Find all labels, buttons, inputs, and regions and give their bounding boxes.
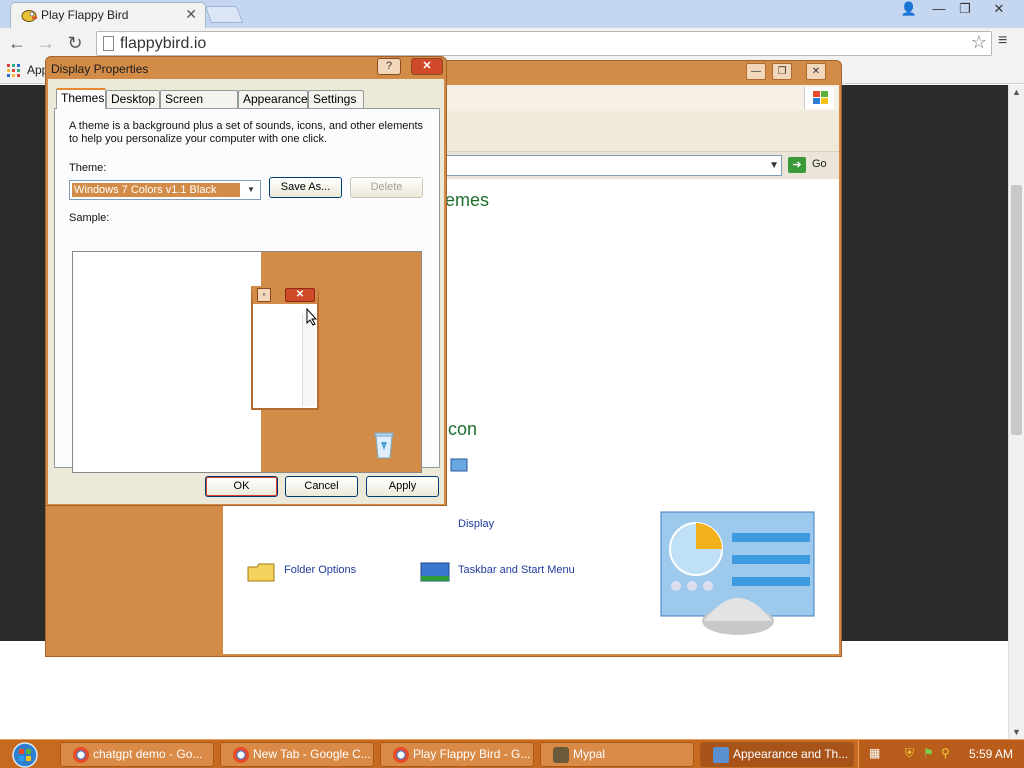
display-icon[interactable]: [449, 457, 469, 477]
apply-button[interactable]: Apply: [366, 476, 439, 497]
taskbar-item-label: chatgpt demo - Go...: [93, 747, 203, 761]
tab-appearance[interactable]: Appearance: [238, 90, 308, 108]
browser-tab[interactable]: Play Flappy Bird ✕: [10, 2, 206, 28]
chrome-icon: [233, 747, 249, 763]
chevron-down-icon[interactable]: ▼: [769, 156, 779, 175]
dialog-close-button[interactable]: ✕: [411, 58, 443, 75]
network-icon[interactable]: ⚑: [923, 746, 934, 760]
close-button[interactable]: ✕: [984, 0, 1014, 18]
page-scrollbar[interactable]: ▲ ▼: [1008, 85, 1024, 739]
mypal-icon: [553, 747, 569, 763]
taskbar-item-label: New Tab - Google C...: [253, 747, 371, 761]
taskbar: chatgpt demo - Go... New Tab - Google C.…: [0, 739, 1024, 768]
scroll-down-icon[interactable]: ▼: [1012, 727, 1021, 737]
taskbar-item-new-tab[interactable]: New Tab - Google C...: [220, 742, 374, 767]
windows-flag-icon: [804, 87, 834, 109]
taskbar-start-menu-link[interactable]: Taskbar and Start Menu: [458, 564, 575, 576]
taskbar-item-label: Mypal: [573, 747, 606, 761]
sample-close-icon: ✕: [285, 288, 315, 302]
control-panel-icon: [713, 747, 729, 763]
theme-select[interactable]: Windows 7 Colors v1.1 Black ▼: [69, 180, 261, 200]
tab-title: Play Flappy Bird: [41, 8, 129, 22]
save-as-button[interactable]: Save As...: [269, 177, 342, 198]
chevron-down-icon[interactable]: ▼: [243, 182, 259, 198]
keyboard-icon[interactable]: ▦: [869, 746, 880, 760]
tab-close-icon[interactable]: ✕: [185, 6, 197, 23]
bookmark-star-icon[interactable]: ☆: [971, 32, 987, 53]
cp-address-bar: ▼ ➔ Go: [446, 151, 839, 179]
taskbar-start-menu-icon[interactable]: [419, 559, 451, 585]
taskbar-item-chatgpt-demo[interactable]: chatgpt demo - Go...: [60, 742, 214, 767]
browser-tabstrip: Play Flappy Bird ✕ 👤 — ❐ ✕: [0, 0, 1024, 28]
taskbar-item-label: Play Flappy Bird - G...: [413, 747, 531, 761]
theme-sample-preview: ▫ ✕ ▲: [72, 251, 422, 473]
tab-desktop[interactable]: Desktop: [106, 90, 160, 108]
start-orb-icon[interactable]: [8, 741, 42, 768]
dialog-title: Display Properties: [51, 62, 149, 76]
cp-menubar: [446, 85, 839, 111]
go-label: Go: [812, 158, 827, 170]
forward-button[interactable]: →: [35, 32, 57, 54]
chrome-icon: [73, 747, 89, 763]
chrome-icon: [393, 747, 409, 763]
delete-button[interactable]: Delete: [350, 177, 423, 198]
new-tab-button[interactable]: [204, 6, 244, 23]
tab-themes[interactable]: Themes: [56, 88, 106, 109]
taskbar-item-flappy-bird[interactable]: Play Flappy Bird - G...: [380, 742, 534, 767]
browser-toolbar: ← → ↻ flappybird.io ☆: [0, 28, 1024, 58]
security-shield-icon[interactable]: ⛨: [905, 746, 914, 761]
pick-icon-heading: con: [448, 419, 478, 439]
cancel-button[interactable]: Cancel: [285, 476, 358, 497]
go-arrow-icon: ➔: [788, 157, 806, 173]
page-icon: [103, 36, 114, 51]
address-bar[interactable]: flappybird.io ☆: [96, 31, 992, 56]
dialog-body: Themes Desktop Screen Saver Appearance S…: [48, 79, 444, 504]
sample-maximize-icon: ▫: [257, 288, 271, 302]
mouse-cursor-icon: [306, 308, 318, 326]
appearance-monitor-icon: [660, 511, 815, 635]
theme-label: Theme:: [69, 162, 107, 174]
system-tray: ▦ ⛨ ⚑ ⚲ 5:59 AM: [858, 740, 1024, 768]
back-button[interactable]: ←: [6, 32, 28, 54]
folder-options-icon[interactable]: [245, 559, 277, 585]
tab-screen-saver[interactable]: Screen Saver: [160, 90, 238, 122]
search-icon[interactable]: ⚲: [941, 746, 950, 760]
clock[interactable]: 5:59 AM: [969, 747, 1013, 761]
tab-settings[interactable]: Settings: [308, 90, 364, 108]
sample-scrollbar: ▲: [302, 314, 315, 406]
minimize-button[interactable]: —: [926, 0, 952, 18]
cp-restore-button[interactable]: ❐: [772, 63, 792, 80]
flappy-bird-favicon-icon: [21, 10, 37, 22]
scroll-up-icon[interactable]: ▲: [1012, 87, 1021, 97]
ok-button[interactable]: OK: [205, 476, 278, 497]
taskbar-item-label: Appearance and Th...: [733, 747, 849, 761]
pick-task-heading: emes: [445, 190, 490, 210]
display-link[interactable]: Display: [458, 518, 494, 530]
display-properties-dialog: Display Properties ? ✕ Themes Desktop Sc…: [45, 56, 447, 506]
cp-toolbar: [446, 111, 839, 151]
user-icon[interactable]: 👤: [896, 0, 922, 18]
cp-close-button[interactable]: ✕: [806, 63, 826, 80]
taskbar-item-appearance-themes[interactable]: Appearance and Th...: [700, 742, 854, 767]
theme-selected-value: Windows 7 Colors v1.1 Black: [72, 183, 240, 197]
cp-minimize-button[interactable]: —: [746, 63, 766, 80]
themes-panel: A theme is a background plus a set of so…: [54, 108, 440, 473]
reload-button[interactable]: ↻: [64, 32, 86, 54]
taskbar-item-mypal[interactable]: Mypal: [540, 742, 694, 767]
go-button[interactable]: ➔ Go: [788, 155, 838, 176]
help-button[interactable]: ?: [377, 58, 401, 75]
chrome-menu-icon[interactable]: ≡: [998, 32, 1007, 50]
cp-address-input[interactable]: ▼: [446, 155, 782, 176]
theme-description: A theme is a background plus a set of so…: [69, 120, 424, 145]
folder-options-link[interactable]: Folder Options: [284, 564, 356, 576]
apps-grid-icon[interactable]: [7, 64, 21, 78]
restore-button[interactable]: ❐: [952, 0, 978, 18]
scrollbar-thumb[interactable]: [1011, 185, 1022, 435]
recycle-bin-icon: [374, 432, 394, 459]
sample-label: Sample:: [69, 212, 110, 224]
url-text[interactable]: flappybird.io: [120, 35, 206, 53]
